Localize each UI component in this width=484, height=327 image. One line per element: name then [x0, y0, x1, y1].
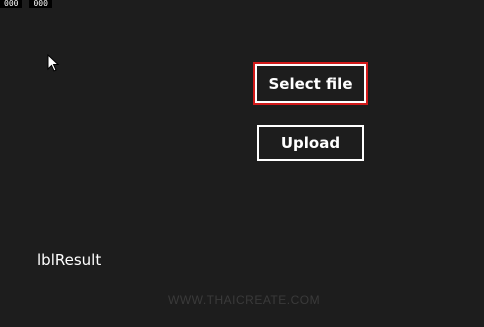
mouse-pointer-icon — [47, 54, 59, 72]
frame-rate-counter-2: 000 — [29, 0, 52, 8]
result-label: lblResult — [37, 251, 102, 269]
upload-button[interactable]: Upload — [257, 125, 364, 161]
watermark: WWW.THAICREATE.COM — [168, 293, 321, 307]
select-file-button[interactable]: Select file — [253, 62, 368, 105]
frame-rate-counters: 000 000 — [0, 0, 52, 9]
select-file-label: Select file — [268, 74, 353, 93]
frame-rate-counter-1: 000 — [0, 0, 23, 8]
upload-label: Upload — [280, 134, 341, 152]
